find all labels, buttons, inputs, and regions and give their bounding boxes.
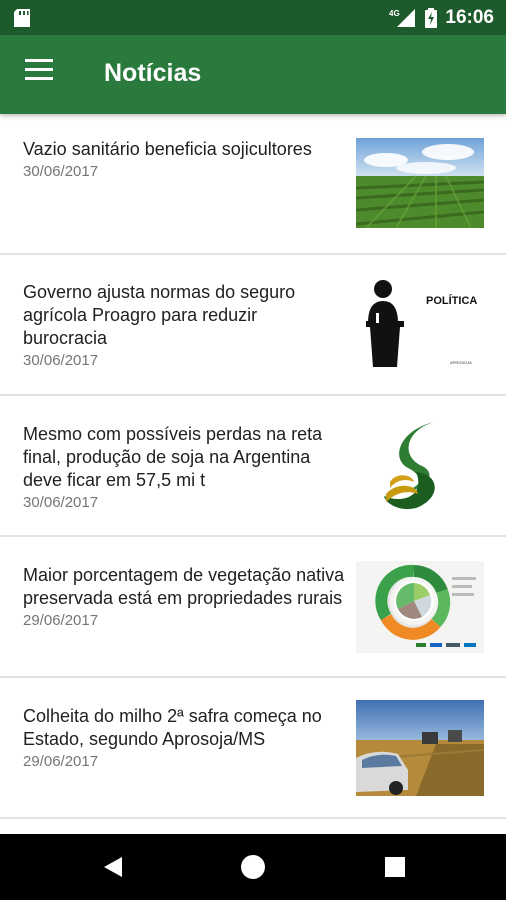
signal-icon: 4G <box>389 9 416 27</box>
news-headline: Vazio sanitário beneficia sojicultores <box>23 139 312 159</box>
news-item[interactable]: Governo ajusta normas do seguro agrícola… <box>0 255 506 396</box>
news-date: 30/06/2017 <box>23 352 99 369</box>
politics-podium-image: POLÍTICA APROSOJA <box>356 277 484 373</box>
network-type-label: 4G <box>389 9 400 18</box>
image-label: POLÍTICA <box>426 294 477 307</box>
sd-card-icon <box>14 9 30 27</box>
news-headline: Colheita do milho 2ª safra começa no Est… <box>23 706 322 749</box>
news-item[interactable]: Mesmo com possíveis perdas na reta final… <box>0 396 506 537</box>
recents-button[interactable] <box>380 852 410 882</box>
news-item[interactable]: Vazio sanitário beneficia sojicultores 3… <box>0 114 506 255</box>
home-circle-icon <box>241 855 265 879</box>
news-list[interactable]: Vazio sanitário beneficia sojicultores 3… <box>0 114 506 834</box>
news-date: 29/06/2017 <box>23 753 99 770</box>
status-bar: 4G 16:06 <box>0 0 506 35</box>
aprosoja-logo <box>356 416 484 516</box>
navigation-bar <box>0 834 506 900</box>
menu-button[interactable] <box>22 59 56 89</box>
news-date: 29/06/2017 <box>23 612 99 629</box>
news-date: 30/06/2017 <box>23 494 99 511</box>
soybean-field-photo <box>356 138 484 228</box>
news-item-partial[interactable] <box>0 819 506 834</box>
back-triangle-icon <box>104 857 122 877</box>
home-button[interactable] <box>238 852 268 882</box>
news-headline: Mesmo com possíveis perdas na reta final… <box>23 424 323 490</box>
logo-text: APROSOJA <box>450 360 472 365</box>
battery-charging-icon <box>425 8 438 28</box>
menu-icon <box>25 59 53 62</box>
news-date: 30/06/2017 <box>23 163 99 180</box>
vegetation-infographic <box>356 561 484 653</box>
back-button[interactable] <box>98 852 128 882</box>
news-item[interactable]: Colheita do milho 2ª safra começa no Est… <box>0 678 506 819</box>
recents-square-icon <box>385 857 405 877</box>
clock: 16:06 <box>445 7 494 28</box>
news-headline: Governo ajusta normas do seguro agrícola… <box>23 282 296 348</box>
page-title: Notícias <box>104 59 202 87</box>
corn-harvest-photo <box>356 700 484 796</box>
app-bar: Notícias <box>0 35 506 114</box>
news-headline: Maior porcentagem de vegetação nativa pr… <box>23 565 345 608</box>
news-item[interactable]: Maior porcentagem de vegetação nativa pr… <box>0 537 506 678</box>
